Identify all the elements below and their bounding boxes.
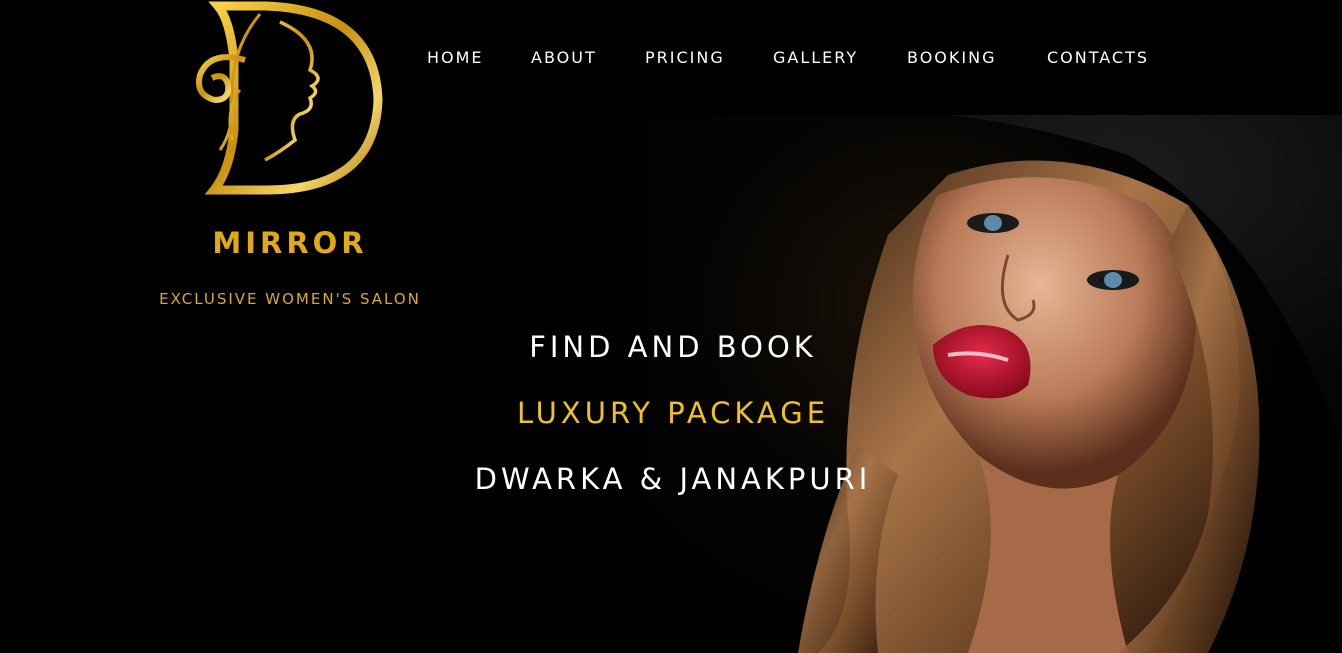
- page: MIRROR EXCLUSIVE WOMEN'S SALON HOME ABOU…: [0, 0, 1342, 653]
- nav-item-gallery[interactable]: GALLERY: [773, 48, 858, 67]
- brand-tagline: EXCLUSIVE WOMEN'S SALON: [159, 290, 421, 308]
- nav-item-home[interactable]: HOME: [427, 48, 484, 67]
- hero-portrait-image: [648, 115, 1342, 653]
- hero-headline-line-2: LUXURY PACKAGE: [516, 396, 830, 430]
- hero-headline-line-3: DWARKA & JANAKPURI: [474, 462, 872, 496]
- hero-headline-line-1: FIND AND BOOK: [529, 330, 817, 364]
- brand-logo[interactable]: [170, 0, 390, 200]
- nav-item-about[interactable]: ABOUT: [531, 48, 597, 67]
- nav-item-pricing[interactable]: PRICING: [645, 48, 725, 67]
- brand-name: MIRROR: [212, 226, 368, 260]
- nav-item-booking[interactable]: BOOKING: [907, 48, 996, 67]
- nav-item-contacts[interactable]: CONTACTS: [1047, 48, 1149, 67]
